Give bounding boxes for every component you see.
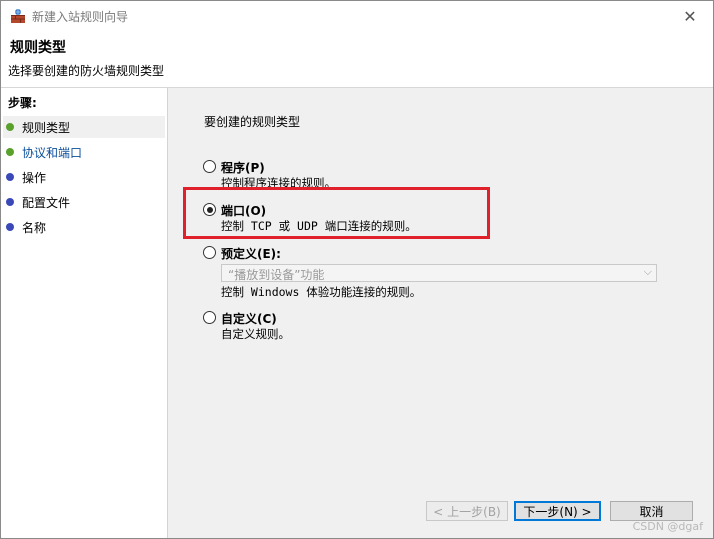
- option-label: 程序(P): [221, 161, 265, 175]
- option-description: 自定义规则。: [221, 327, 290, 341]
- step-name[interactable]: 名称: [3, 216, 165, 238]
- step-status-dot-icon: [6, 148, 14, 156]
- wizard-window: 新建入站规则向导 ✕ 规则类型 选择要创建的防火墙规则类型 步骤: 规则类型 协…: [0, 0, 714, 539]
- custom-radio[interactable]: [203, 311, 216, 324]
- step-profile[interactable]: 配置文件: [3, 191, 165, 213]
- rule-type-prompt: 要创建的规则类型: [204, 115, 301, 129]
- close-icon: ✕: [683, 6, 697, 26]
- step-label: 规则类型: [22, 121, 71, 135]
- step-status-dot-icon: [6, 173, 14, 181]
- highlight-annotation: [183, 187, 490, 239]
- step-label: 配置文件: [22, 196, 71, 210]
- step-protocol-ports[interactable]: 协议和端口: [3, 141, 165, 163]
- window-title: 新建入站规则向导: [32, 10, 129, 24]
- step-status-dot-icon: [6, 198, 14, 206]
- title-bar: 新建入站规则向导 ✕: [1, 1, 713, 31]
- program-radio[interactable]: [203, 160, 216, 173]
- cancel-button[interactable]: 取消: [610, 501, 693, 521]
- page-title: 规则类型: [10, 40, 66, 56]
- step-label: 协议和端口: [22, 146, 83, 160]
- close-button[interactable]: ✕: [667, 1, 713, 31]
- step-status-dot-icon: [6, 223, 14, 231]
- option-label: 自定义(C): [221, 312, 277, 326]
- predefined-select-value: “播放到设备”功能: [228, 268, 325, 282]
- back-button[interactable]: < 上一步(B): [426, 501, 508, 521]
- watermark: CSDN @dgaf: [632, 520, 703, 533]
- option-label: 预定义(E):: [221, 247, 281, 261]
- wizard-header: 规则类型 选择要创建的防火墙规则类型: [1, 31, 713, 88]
- chevron-down-icon: ⌵: [643, 265, 652, 278]
- step-status-dot-icon: [6, 123, 14, 131]
- steps-heading: 步骤:: [8, 96, 37, 110]
- step-rule-type[interactable]: 规则类型: [3, 116, 165, 138]
- option-description: 控制 Windows 体验功能连接的规则。: [221, 285, 422, 299]
- next-button[interactable]: 下一步(N) >: [514, 501, 601, 521]
- step-action[interactable]: 操作: [3, 166, 165, 188]
- predefined-select[interactable]: “播放到设备”功能 ⌵: [221, 264, 657, 282]
- step-label: 操作: [22, 171, 47, 185]
- page-subtitle: 选择要创建的防火墙规则类型: [8, 64, 165, 78]
- firewall-icon: [11, 9, 25, 23]
- step-label: 名称: [22, 221, 47, 235]
- steps-sidebar: 步骤: 规则类型 协议和端口 操作 配置文件 名称: [1, 88, 168, 538]
- predefined-radio[interactable]: [203, 246, 216, 259]
- main-panel: 要创建的规则类型 程序(P) 控制程序连接的规则。 端口(O) 控制 TCP 或…: [168, 88, 713, 538]
